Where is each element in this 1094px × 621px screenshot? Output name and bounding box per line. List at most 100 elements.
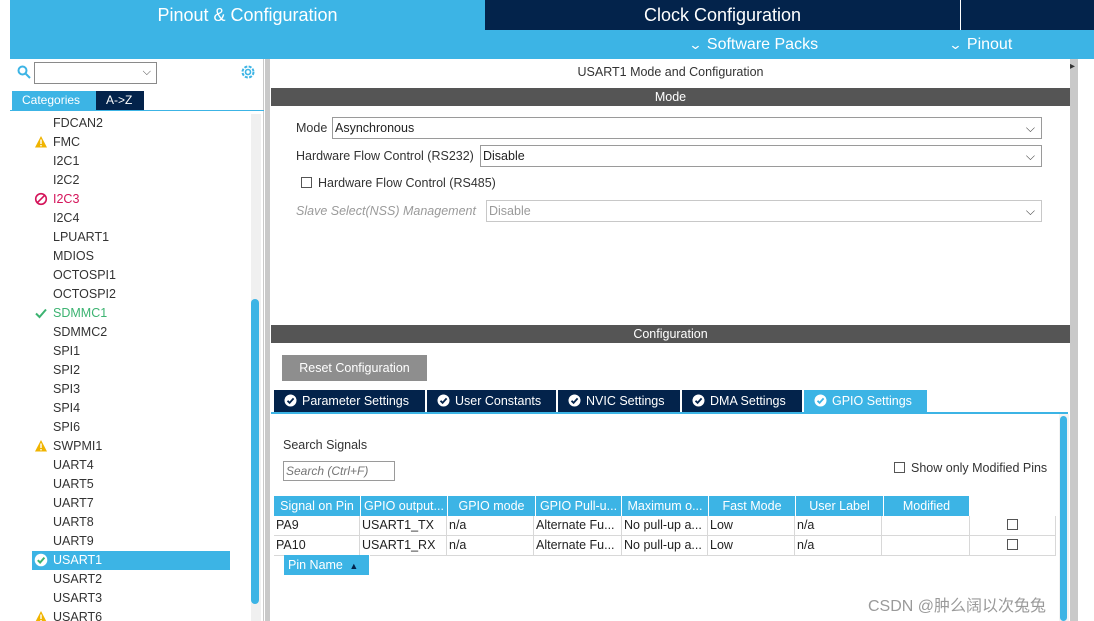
table-cell: n/a	[447, 516, 534, 536]
hwfc-rs485-checkbox[interactable]	[301, 177, 312, 188]
column-header-label: Maximum o...	[627, 499, 703, 513]
nss-management-value: Disable	[489, 204, 531, 218]
peripheral-label: UART4	[53, 458, 94, 472]
tab-dma-settings[interactable]: DMA Settings	[682, 390, 802, 412]
peripheral-item-usart3[interactable]: USART3	[10, 589, 250, 608]
column-header[interactable]: Signal on Pin	[274, 496, 361, 516]
tab-categories[interactable]: Categories	[12, 91, 96, 110]
peripheral-item-spi2[interactable]: SPI2	[10, 361, 250, 380]
show-modified-checkbox[interactable]	[894, 462, 905, 473]
right-edge-strip: ▸	[1070, 59, 1094, 621]
tab-clock-configuration[interactable]: Clock Configuration	[485, 0, 960, 30]
peripheral-item-i2c4[interactable]: I2C4	[10, 209, 250, 228]
modified-checkbox[interactable]	[1007, 539, 1018, 550]
category-search-row: ⌵	[10, 59, 264, 89]
table-cell: Low	[708, 516, 795, 536]
right-scrollbar-thumb[interactable]	[1060, 416, 1067, 621]
table-cell[interactable]	[882, 516, 970, 536]
peripheral-label: SWPMI1	[53, 439, 103, 453]
peripheral-item-uart5[interactable]: UART5	[10, 475, 250, 494]
peripheral-item-sdmmc2[interactable]: SDMMC2	[10, 323, 250, 342]
tab-nvic-settings[interactable]: NVIC Settings	[558, 390, 680, 412]
peripheral-label: I2C2	[53, 173, 80, 187]
peripheral-label: I2C1	[53, 154, 80, 168]
column-header-label: GPIO Pull-u...	[539, 499, 618, 513]
table-cell: Low	[708, 536, 795, 556]
panel-splitter[interactable]	[265, 59, 270, 621]
column-header[interactable]: GPIO mode	[448, 496, 536, 516]
chevron-down-icon: ⌄	[948, 37, 963, 52]
column-header[interactable]: Modified	[884, 496, 970, 516]
check-icon	[35, 308, 47, 319]
collapse-handle[interactable]: ▸	[1070, 59, 1078, 621]
modified-checkbox[interactable]	[1007, 519, 1018, 530]
peripheral-label: UART9	[53, 534, 94, 548]
table-row[interactable]: PA9 USART1_TX n/a Alternate Fu... No pull-up…	[274, 516, 1059, 536]
peripheral-label: SPI6	[53, 420, 81, 434]
chevron-down-icon: ⌵	[1025, 204, 1035, 218]
tab-parameter-settings[interactable]: Parameter Settings	[274, 390, 425, 412]
search-signals-input[interactable]	[283, 461, 395, 481]
peripheral-item-spi4[interactable]: SPI4	[10, 399, 250, 418]
peripheral-item-spi3[interactable]: SPI3	[10, 380, 250, 399]
column-header[interactable]: User Label	[796, 496, 884, 516]
table-row[interactable]: PA10 USART1_RX n/a Alternate Fu... No pull-u…	[274, 536, 1059, 556]
left-scrollbar-thumb[interactable]	[251, 299, 259, 604]
tab-label: User Constants	[455, 394, 542, 408]
tab-pinout-configuration[interactable]: Pinout & Configuration	[10, 0, 485, 30]
peripheral-item-i2c1[interactable]: I2C1	[10, 152, 250, 171]
peripheral-label: LPUART1	[53, 230, 110, 244]
table-cell: Alternate Fu...	[534, 536, 622, 556]
software-packs-menu[interactable]: ⌄ Software Packs	[688, 30, 818, 59]
mode-section-header: Mode	[271, 88, 1070, 106]
peripheral-item-i2c3[interactable]: I2C3	[10, 190, 250, 209]
pinout-menu[interactable]: ⌄ Pinout	[948, 30, 1012, 59]
tab-gpio-settings[interactable]: GPIO Settings	[804, 390, 927, 412]
column-header[interactable]: Pin Name ▲	[284, 555, 370, 575]
peripheral-item-sdmmc1[interactable]: SDMMC1	[10, 304, 250, 323]
tab-user-constants[interactable]: User Constants	[427, 390, 556, 412]
peripheral-item-uart4[interactable]: UART4	[10, 456, 250, 475]
configuration-tab-bar: Parameter Settings User Constants NVIC S…	[274, 390, 929, 412]
warning-icon	[35, 440, 47, 452]
column-header[interactable]: Maximum o...	[622, 496, 709, 516]
check-circle-icon	[568, 394, 581, 407]
peripheral-label: SDMMC1	[53, 306, 108, 320]
peripheral-item-lpuart1[interactable]: LPUART1	[10, 228, 250, 247]
peripheral-item-uart8[interactable]: UART8	[10, 513, 250, 532]
chevron-down-icon: ⌵	[1025, 121, 1035, 135]
table-cell[interactable]	[882, 536, 970, 556]
peripheral-item-usart1[interactable]: USART1	[32, 551, 230, 570]
peripheral-item-usart2[interactable]: USART2	[10, 570, 250, 589]
peripheral-item-spi1[interactable]: SPI1	[10, 342, 250, 361]
table-cell: PA10	[274, 536, 360, 556]
peripheral-item-mdios[interactable]: MDIOS	[10, 247, 250, 266]
peripheral-item-octospi2[interactable]: OCTOSPI2	[10, 285, 250, 304]
peripheral-item-swpmi1[interactable]: SWPMI1	[10, 437, 250, 456]
sub-menu-bar: ⌄ Software Packs ⌄ Pinout	[10, 30, 1094, 59]
hwfc-rs485-label: Hardware Flow Control (RS485)	[318, 176, 496, 190]
peripheral-item-octospi1[interactable]: OCTOSPI1	[10, 266, 250, 285]
peripheral-item-usart6[interactable]: USART6	[10, 608, 250, 621]
peripheral-item-fdcan2[interactable]: FDCAN2	[10, 114, 250, 133]
column-header[interactable]: Fast Mode	[709, 496, 796, 516]
peripheral-item-uart7[interactable]: UART7	[10, 494, 250, 513]
hwfc-rs232-select[interactable]: Disable ⌵	[480, 145, 1042, 167]
peripheral-label: OCTOSPI1	[53, 268, 116, 282]
peripheral-item-spi6[interactable]: SPI6	[10, 418, 250, 437]
gear-icon[interactable]	[239, 63, 257, 81]
table-cell	[970, 536, 1056, 556]
mode-select[interactable]: Asynchronous ⌵	[332, 117, 1042, 139]
peripheral-item-uart9[interactable]: UART9	[10, 532, 250, 551]
peripheral-item-i2c2[interactable]: I2C2	[10, 171, 250, 190]
column-header[interactable]: GPIO Pull-u...	[536, 496, 622, 516]
search-icon[interactable]	[17, 65, 31, 79]
nss-management-select: Disable ⌵	[486, 200, 1042, 222]
peripheral-item-fmc[interactable]: FMC	[10, 133, 250, 152]
stm32cubemx-window: Pinout & Configuration Clock Configurati…	[0, 0, 1094, 621]
peripheral-label: FMC	[53, 135, 81, 149]
tab-a-to-z[interactable]: A->Z	[96, 91, 144, 110]
reset-configuration-button[interactable]: Reset Configuration	[282, 355, 427, 381]
column-header[interactable]: GPIO output...	[361, 496, 448, 516]
category-search-combo[interactable]: ⌵	[34, 62, 157, 84]
